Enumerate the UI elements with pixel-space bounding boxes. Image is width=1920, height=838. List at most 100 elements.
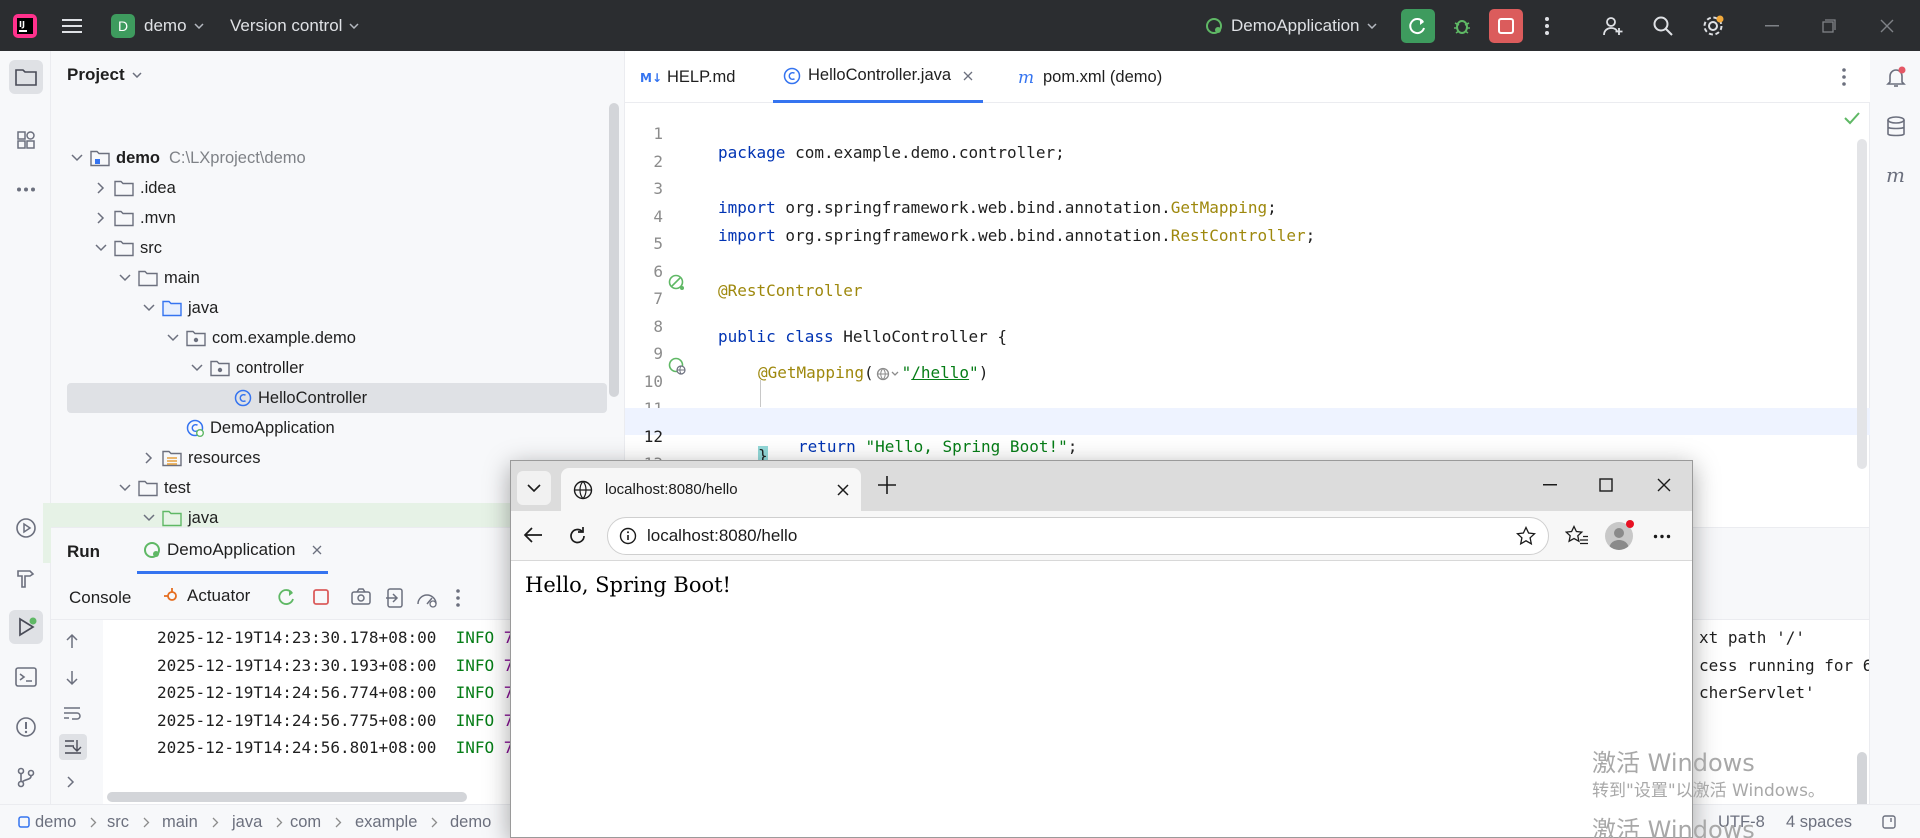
close-window-icon[interactable] bbox=[1870, 9, 1904, 43]
search-icon[interactable] bbox=[1646, 9, 1680, 43]
actuator-tab[interactable]: Actuator bbox=[163, 586, 250, 606]
readonly-lock-icon[interactable] bbox=[1881, 805, 1897, 838]
code-line[interactable]: 8 bbox=[625, 298, 1870, 336]
chevron-down-icon[interactable] bbox=[187, 364, 207, 372]
tree-item[interactable]: demo C:\LXproject\demo bbox=[67, 143, 607, 173]
console-vscrollbar[interactable] bbox=[1857, 752, 1867, 812]
new-tab-plus-icon[interactable] bbox=[877, 475, 897, 495]
code-line[interactable]: 10 public String sayHello() { bbox=[625, 353, 1870, 429]
tab-actions-chevron-icon[interactable] bbox=[517, 471, 551, 505]
browser-menu-icon[interactable] bbox=[1653, 534, 1671, 539]
code-line[interactable]: 2 bbox=[625, 133, 1870, 171]
breadcrumb-item[interactable]: demo bbox=[450, 805, 491, 838]
structure-icon[interactable] bbox=[9, 123, 43, 157]
tree-item[interactable]: com.example.demo bbox=[67, 323, 607, 353]
tree-item[interactable]: java bbox=[67, 293, 607, 323]
version-control-menu[interactable]: Version control bbox=[230, 0, 359, 51]
back-arrow-icon[interactable] bbox=[523, 526, 543, 544]
problems-icon[interactable] bbox=[9, 710, 43, 744]
url-input[interactable]: localhost:8080/hello bbox=[607, 517, 1549, 555]
favorite-star-icon[interactable] bbox=[1516, 526, 1536, 546]
add-user-icon[interactable] bbox=[1596, 9, 1630, 43]
main-menu-icon[interactable] bbox=[62, 0, 84, 51]
build-hammer-icon[interactable] bbox=[9, 561, 43, 595]
more-actions-icon[interactable] bbox=[455, 588, 461, 608]
tree-item[interactable]: HelloController bbox=[67, 383, 607, 413]
code-line[interactable]: 3 import org.springframework.web.bind.an… bbox=[625, 160, 1870, 217]
console-tab[interactable]: Console bbox=[69, 588, 131, 608]
breadcrumb-item[interactable]: java bbox=[232, 805, 283, 838]
project-panel-header[interactable]: Project bbox=[67, 65, 142, 85]
tab-hello-controller[interactable]: HelloController.java bbox=[773, 51, 984, 103]
run-config-selector[interactable]: DemoApplication bbox=[1205, 0, 1377, 51]
breadcrumb-item[interactable]: demo bbox=[18, 805, 97, 838]
run-tool-icon[interactable] bbox=[9, 610, 43, 644]
no-problems-check-icon[interactable] bbox=[1844, 111, 1860, 125]
tab-help-md[interactable]: M↓ HELP.md bbox=[640, 51, 735, 103]
code-line[interactable]: 7 public class HelloController { bbox=[625, 270, 1870, 346]
site-info-icon[interactable] bbox=[619, 527, 637, 545]
minimize-window-icon[interactable] bbox=[1755, 9, 1789, 43]
project-tool-folder-icon[interactable] bbox=[9, 60, 43, 94]
expand-chevron-icon[interactable] bbox=[67, 776, 75, 788]
breadcrumb-item[interactable]: main bbox=[162, 805, 219, 838]
soft-wrap-icon[interactable] bbox=[63, 705, 81, 721]
debug-bug-icon[interactable] bbox=[1445, 9, 1479, 43]
breadcrumb-item[interactable]: src bbox=[107, 805, 150, 838]
screenshot-camera-icon[interactable] bbox=[351, 588, 371, 606]
settings-gear-icon[interactable] bbox=[1696, 9, 1730, 43]
browser-close-icon[interactable] bbox=[1657, 478, 1671, 492]
close-tab-icon[interactable] bbox=[963, 71, 973, 81]
run-config-tab[interactable]: DemoApplication bbox=[137, 528, 328, 574]
more-tools-icon[interactable] bbox=[9, 172, 43, 206]
tree-item[interactable]: main bbox=[67, 263, 607, 293]
chevron-right-icon[interactable] bbox=[91, 212, 111, 224]
code-line[interactable]: 1 package com.example.demo.controller; bbox=[625, 105, 1870, 162]
rerun-icon[interactable] bbox=[277, 587, 297, 607]
services-icon[interactable] bbox=[9, 511, 43, 545]
tree-item[interactable]: DemoApplication bbox=[67, 413, 607, 443]
tree-scrollbar[interactable] bbox=[609, 103, 619, 397]
tree-item[interactable]: .idea bbox=[67, 173, 607, 203]
console-hscrollbar[interactable] bbox=[107, 792, 467, 802]
scroll-to-end-icon[interactable] bbox=[59, 734, 87, 760]
stop-button[interactable] bbox=[1489, 9, 1523, 43]
chevron-down-icon[interactable] bbox=[91, 244, 111, 252]
terminal-icon[interactable] bbox=[9, 660, 43, 694]
chevron-down-icon[interactable] bbox=[139, 304, 159, 312]
stop-icon[interactable] bbox=[312, 588, 330, 606]
browser-maximize-icon[interactable] bbox=[1599, 478, 1613, 492]
scroll-down-arrow-icon[interactable] bbox=[65, 670, 79, 686]
tree-item[interactable]: src bbox=[67, 233, 607, 263]
restore-window-icon[interactable] bbox=[1812, 9, 1846, 43]
indent-indicator[interactable]: 4 spaces bbox=[1786, 805, 1852, 838]
browser-minimize-icon[interactable] bbox=[1543, 484, 1557, 486]
chevron-down-icon[interactable] bbox=[139, 514, 159, 522]
breadcrumb-item[interactable]: example bbox=[355, 805, 438, 838]
encoding-indicator[interactable]: UTF-8 bbox=[1718, 805, 1765, 838]
web-endpoint-gutter-icon[interactable] bbox=[667, 356, 687, 376]
tree-item[interactable]: controller bbox=[67, 353, 607, 383]
close-tab-icon[interactable] bbox=[837, 483, 849, 496]
code-line[interactable]: 11 return "Hello, Spring Boot!"; bbox=[625, 380, 1870, 456]
notifications-bell-icon[interactable] bbox=[1879, 60, 1913, 94]
more-actions-icon[interactable] bbox=[1530, 9, 1564, 43]
export-icon[interactable] bbox=[385, 588, 405, 608]
code-line[interactable]: 4 import org.springframework.web.bind.an… bbox=[625, 188, 1870, 245]
tree-item[interactable]: .mvn bbox=[67, 203, 607, 233]
code-line[interactable]: 6 @RestController bbox=[625, 243, 1870, 300]
git-branch-icon[interactable] bbox=[9, 760, 43, 794]
editor-scrollbar[interactable] bbox=[1857, 139, 1867, 469]
favorites-icon[interactable] bbox=[1565, 525, 1589, 547]
tab-pom-xml[interactable]: m pom.xml (demo) bbox=[1018, 51, 1162, 103]
breadcrumb-item[interactable]: com bbox=[290, 805, 342, 838]
spring-bean-gutter-icon[interactable] bbox=[667, 273, 687, 293]
rerun-button[interactable] bbox=[1401, 9, 1435, 43]
code-line[interactable]: 9 @GetMapping("/hello") bbox=[625, 325, 1870, 382]
browser-tab[interactable]: localhost:8080/hello bbox=[561, 468, 861, 511]
code-line-current[interactable]: 12 } bbox=[625, 407, 1870, 465]
chevron-down-icon[interactable] bbox=[115, 274, 135, 282]
chevron-right-icon[interactable] bbox=[139, 452, 159, 464]
scroll-up-arrow-icon[interactable] bbox=[65, 633, 79, 649]
database-icon[interactable] bbox=[1879, 110, 1913, 144]
